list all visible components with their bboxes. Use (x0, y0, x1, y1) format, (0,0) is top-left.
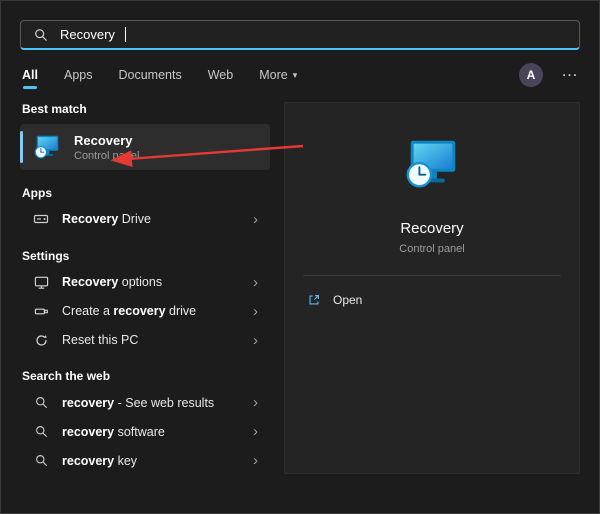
section-heading-settings: Settings (22, 249, 270, 263)
result-web-recovery-key[interactable]: recovery key › (20, 447, 270, 474)
section-heading-web: Search the web (22, 369, 270, 383)
windows-search-flyout: { "search": { "value": "Recovery" }, "ta… (0, 0, 600, 514)
chevron-right-icon[interactable]: › (253, 395, 258, 410)
section-heading-best-match: Best match (22, 102, 270, 116)
result-label: Reset this PC (62, 333, 138, 347)
search-area: Recovery (0, 0, 600, 50)
search-input[interactable]: Recovery (20, 20, 580, 50)
chevron-right-icon[interactable]: › (253, 304, 258, 319)
chevron-right-icon[interactable]: › (253, 453, 258, 468)
result-web-recovery[interactable]: recovery - See web results › (20, 389, 270, 416)
tabs-right-group: A … (519, 63, 578, 87)
search-query-text: Recovery (60, 27, 115, 42)
result-recovery-drive[interactable]: Recovery Drive › (20, 206, 270, 233)
text-caret (125, 27, 126, 42)
tab-apps[interactable]: Apps (64, 68, 93, 82)
result-label: Create a recovery drive (62, 304, 196, 318)
preview-panel: Recovery Control panel Open (284, 102, 580, 474)
tab-more-label: More (259, 68, 287, 82)
results-list: Best match Recovery Control panel Apps (20, 88, 270, 474)
preview-title: Recovery (400, 220, 463, 237)
options-menu-icon[interactable]: … (561, 66, 578, 84)
chevron-right-icon[interactable]: › (253, 275, 258, 290)
best-match-result-recovery[interactable]: Recovery Control panel (20, 124, 270, 170)
recovery-control-panel-icon (401, 133, 463, 200)
open-action-label: Open (333, 293, 362, 307)
preview-subtitle: Control panel (399, 243, 464, 255)
result-create-recovery-drive[interactable]: Create a recovery drive › (20, 298, 270, 325)
tab-documents[interactable]: Documents (118, 68, 181, 82)
result-label: recovery key (62, 454, 137, 468)
result-label: Recovery options (62, 275, 162, 289)
open-action[interactable]: Open (299, 286, 565, 314)
reset-circular-arrow-icon (32, 333, 50, 348)
drive-icon (32, 211, 50, 227)
result-recovery-options[interactable]: Recovery options › (20, 269, 270, 296)
search-icon (32, 396, 50, 409)
tab-web[interactable]: Web (208, 68, 233, 82)
best-match-title: Recovery (74, 133, 139, 148)
search-icon (32, 454, 50, 467)
result-label: Recovery Drive (62, 212, 151, 226)
result-label: recovery - See web results (62, 396, 214, 410)
result-reset-this-pc[interactable]: Reset this PC › (20, 327, 270, 354)
open-launch-icon (305, 293, 323, 307)
tab-all[interactable]: All (22, 68, 38, 82)
monitor-settings-icon (32, 275, 50, 290)
recovery-control-panel-icon (32, 132, 62, 162)
best-match-text: Recovery Control panel (74, 133, 139, 162)
chevron-right-icon[interactable]: › (253, 212, 258, 227)
result-label: recovery software (62, 425, 165, 439)
preview-actions: Open (285, 276, 579, 324)
search-icon (32, 28, 50, 42)
chevron-right-icon[interactable]: › (253, 333, 258, 348)
best-match-subtitle: Control panel (74, 150, 139, 162)
tab-more[interactable]: More ▾ (259, 68, 297, 82)
chevron-down-icon: ▾ (293, 70, 298, 81)
search-filter-tabs: All Apps Documents Web More ▾ A … (0, 62, 600, 88)
usb-drive-icon (32, 304, 50, 319)
chevron-right-icon[interactable]: › (253, 424, 258, 439)
section-heading-apps: Apps (22, 186, 270, 200)
results-area: Best match Recovery Control panel Apps (0, 88, 600, 488)
result-web-recovery-software[interactable]: recovery software › (20, 418, 270, 445)
search-icon (32, 425, 50, 438)
user-avatar[interactable]: A (519, 63, 543, 87)
